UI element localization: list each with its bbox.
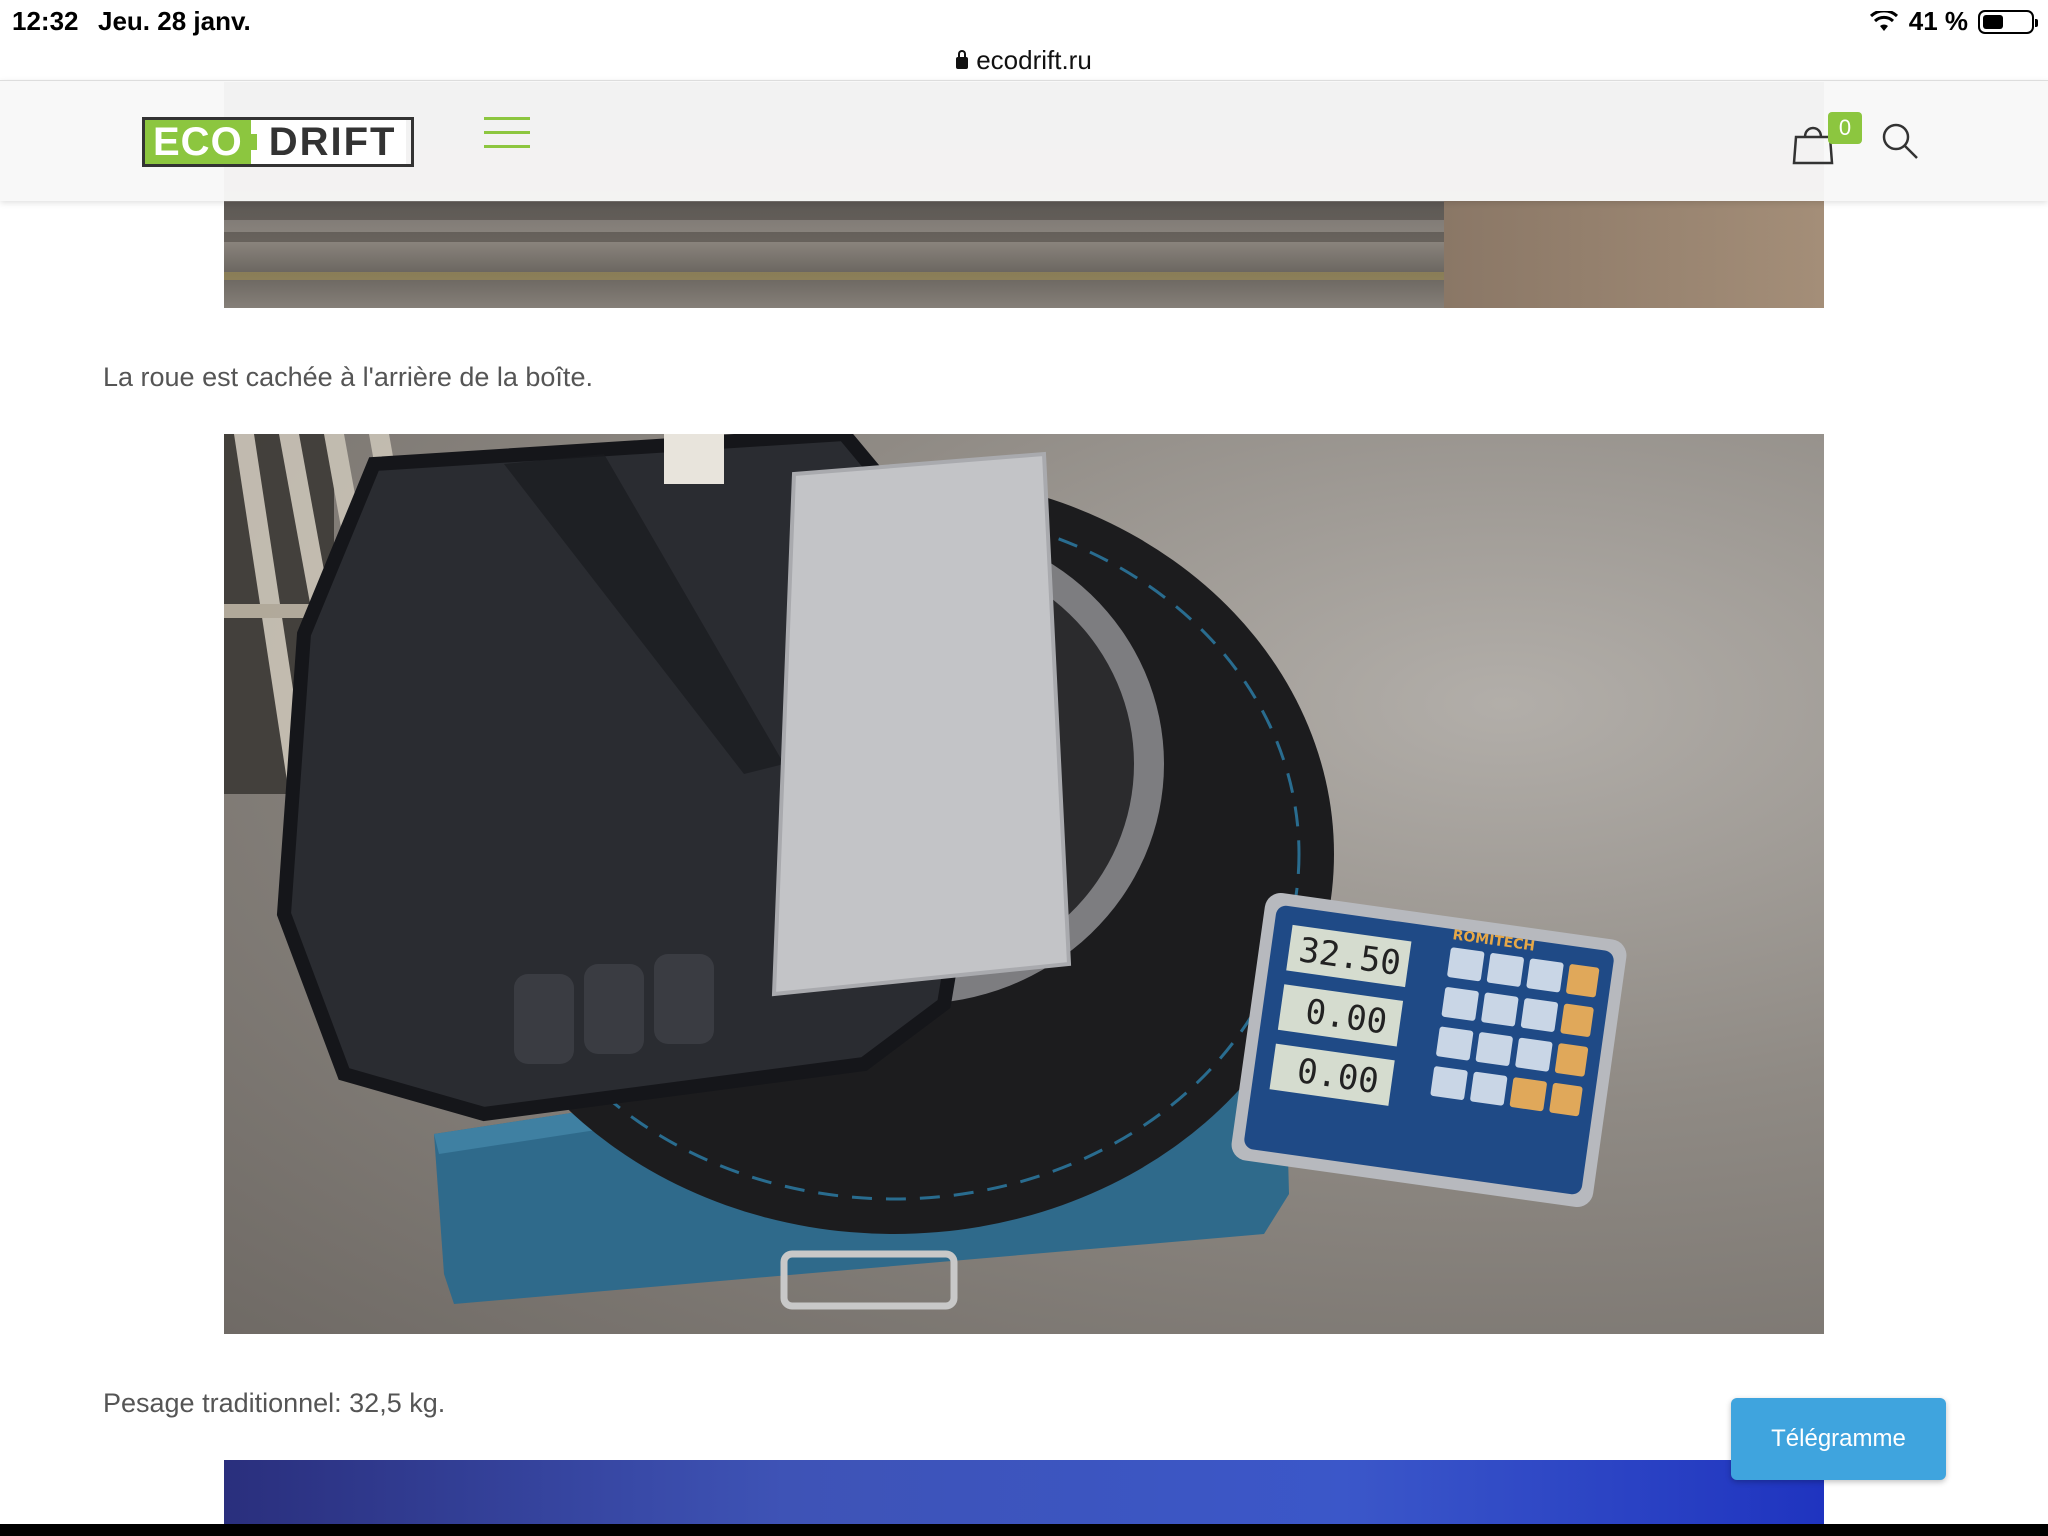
next-article-image xyxy=(224,1460,1824,1526)
bottom-edge xyxy=(0,1524,2048,1536)
lock-icon xyxy=(956,50,969,69)
logo-drift: DRIFT xyxy=(250,120,407,164)
telegram-button[interactable]: Télégramme xyxy=(1731,1398,1946,1480)
caption-wheel-hidden: La roue est cachée à l'arrière de la boî… xyxy=(103,362,593,392)
status-time: 12:32 xyxy=(12,6,79,36)
battery-percent: 41 % xyxy=(1908,6,1968,36)
status-bar: 12:32 Jeu. 28 janv. 41 % xyxy=(0,0,2048,40)
site-header: ECO DRIFT xyxy=(0,80,2048,201)
status-right: 41 % xyxy=(1869,6,2038,37)
battery-icon xyxy=(1978,9,2038,34)
search-icon[interactable] xyxy=(1880,121,1920,161)
status-date: Jeu. 28 janv. xyxy=(98,6,251,36)
caption-weighing: Pesage traditionnel: 32,5 kg. xyxy=(103,1388,446,1418)
wifi-icon xyxy=(1869,10,1898,31)
hamburger-icon[interactable] xyxy=(484,117,530,153)
photo-wheel-on-scale: 32.50 0.00 0.00 ROMITECH xyxy=(224,434,1824,1334)
cart-count-badge[interactable]: 0 xyxy=(1828,112,1862,144)
logo-eco: ECO xyxy=(145,120,257,164)
url-bar[interactable]: ecodrift.ru xyxy=(0,40,2048,80)
site-logo[interactable]: ECO DRIFT xyxy=(142,117,414,167)
url-domain[interactable]: ecodrift.ru xyxy=(976,45,1092,76)
